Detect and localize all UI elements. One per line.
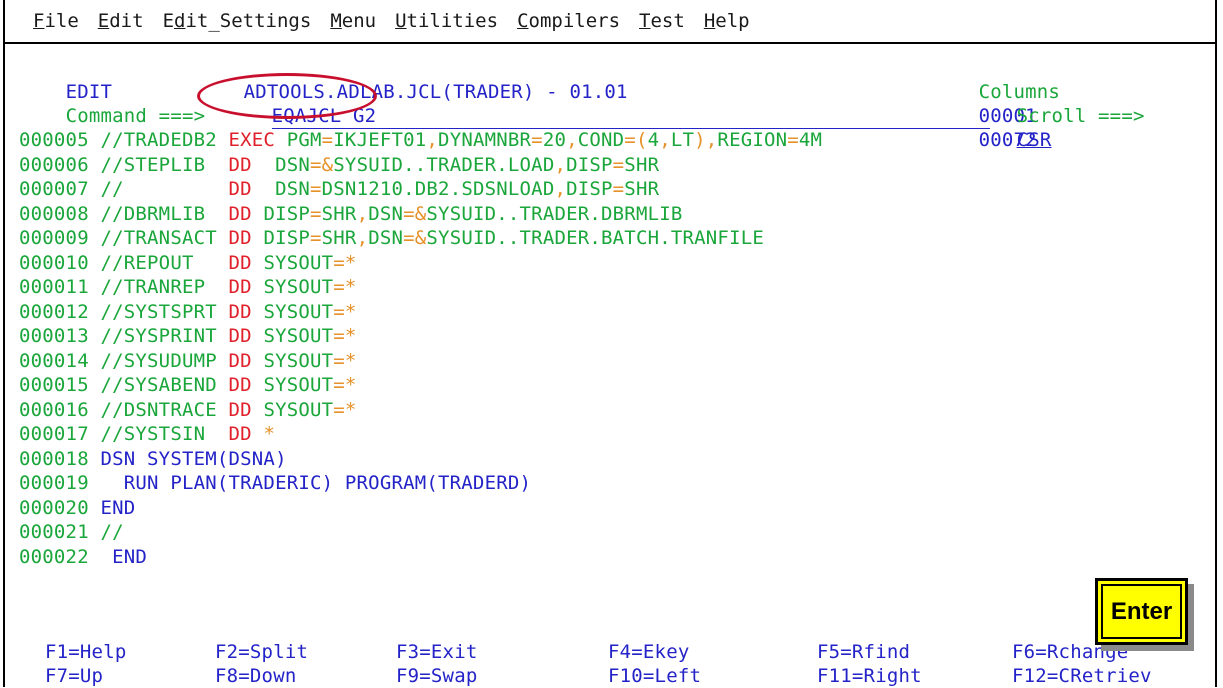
source-line[interactable]: 000009 //TRANSACT DD DISP=SHR,DSN=&SYSUI… xyxy=(19,226,764,250)
source-line[interactable]: 000005 //TRADEDB2 EXEC PGM=IKJEFT01,DYNA… xyxy=(19,128,822,152)
columns-indicator: Columns 00001 00072 xyxy=(932,56,1060,151)
source-line[interactable]: 000008 //DBRMLIB DD DISP=SHR,DSN=&SYSUID… xyxy=(19,202,683,226)
line-number[interactable]: 000022 xyxy=(19,546,89,568)
line-text[interactable]: //SYSTSPRT DD SYSOUT=* xyxy=(89,301,357,323)
line-number[interactable]: 000006 xyxy=(19,154,89,176)
line-text[interactable]: //STEPLIB DD DSN=&SYSUID..TRADER.LOAD,DI… xyxy=(89,154,659,176)
line-number[interactable]: 000017 xyxy=(19,423,89,445)
menu-edit[interactable]: Edit xyxy=(98,10,144,32)
fkey-f1[interactable]: F1=Help xyxy=(45,640,126,664)
line-text[interactable]: //TRADEDB2 EXEC PGM=IKJEFT01,DYNAMNBR=20… xyxy=(89,129,822,151)
ispf-editor-window: File Edit Edit_Settings Menu Utilities C… xyxy=(3,0,1217,687)
source-line[interactable]: 000013 //SYSPRINT DD SYSOUT=* xyxy=(19,324,357,348)
menu-help[interactable]: Help xyxy=(704,10,750,32)
line-number[interactable]: 000020 xyxy=(19,497,89,519)
source-line[interactable]: 000015 //SYSABEND DD SYSOUT=* xyxy=(19,373,357,397)
line-number[interactable]: 000005 xyxy=(19,129,89,151)
source-line[interactable]: 000017 //SYSTSIN DD * xyxy=(19,422,275,446)
menu-compilers[interactable]: Compilers xyxy=(517,10,620,32)
line-number[interactable]: 000021 xyxy=(19,521,89,543)
menu-edit-settings[interactable]: Edit_Settings xyxy=(163,10,312,32)
line-number[interactable]: 000016 xyxy=(19,399,89,421)
fkey-f3[interactable]: F3=Exit xyxy=(396,640,477,664)
scroll-amount-input[interactable]: CSR xyxy=(1017,129,1052,151)
line-text[interactable]: //SYSPRINT DD SYSOUT=* xyxy=(89,325,357,347)
menu-file[interactable]: File xyxy=(33,10,79,32)
line-text[interactable]: //TRANREP DD SYSOUT=* xyxy=(89,276,357,298)
source-line[interactable]: 000014 //SYSUDUMP DD SYSOUT=* xyxy=(19,349,357,373)
line-number[interactable]: 000008 xyxy=(19,203,89,225)
source-line[interactable]: 000019 RUN PLAN(TRADERIC) PROGRAM(TRADER… xyxy=(19,471,531,495)
line-number[interactable]: 000007 xyxy=(19,178,89,200)
line-number[interactable]: 000018 xyxy=(19,448,89,470)
line-text[interactable]: // xyxy=(89,521,124,543)
fkey-f5[interactable]: F5=Rfind xyxy=(817,640,910,664)
fkey-f7[interactable]: F7=Up xyxy=(45,664,103,688)
fkey-f9[interactable]: F9=Swap xyxy=(396,664,477,688)
command-input-wrap: EQAJCL G2 xyxy=(225,80,990,129)
line-number[interactable]: 000012 xyxy=(19,301,89,323)
enter-button[interactable]: Enter xyxy=(1095,578,1188,645)
source-line[interactable]: 000006 //STEPLIB DD DSN=&SYSUID..TRADER.… xyxy=(19,153,659,177)
line-text[interactable]: //REPOUT DD SYSOUT=* xyxy=(89,252,357,274)
source-line[interactable]: 000011 //TRANREP DD SYSOUT=* xyxy=(19,275,357,299)
fkey-f4[interactable]: F4=Ekey xyxy=(608,640,689,664)
line-number[interactable]: 000009 xyxy=(19,227,89,249)
source-line[interactable]: 000012 //SYSTSPRT DD SYSOUT=* xyxy=(19,300,357,324)
line-number[interactable]: 000011 xyxy=(19,276,89,298)
line-text[interactable]: //SYSUDUMP DD SYSOUT=* xyxy=(89,350,357,372)
fkey-f11[interactable]: F11=Right xyxy=(817,664,922,688)
dataset-name: ADTOOLS.ADLAB.JCL(TRADER) - 01.01 xyxy=(243,81,628,103)
line-text[interactable]: //SYSABEND DD SYSOUT=* xyxy=(89,374,357,396)
line-text[interactable]: //TRANSACT DD DISP=SHR,DSN=&SYSUID..TRAD… xyxy=(89,227,764,249)
fkey-f2[interactable]: F2=Split xyxy=(215,640,308,664)
line-text[interactable]: // DD DSN=DSN1210.DB2.SDSNLOAD,DISP=SHR xyxy=(89,178,659,200)
line-text[interactable]: //DSNTRACE DD SYSOUT=* xyxy=(89,399,357,421)
scroll-label: Scroll ===> xyxy=(1016,105,1145,127)
source-line[interactable]: 000018 DSN SYSTEM(DSNA) xyxy=(19,447,287,471)
source-line[interactable]: 000007 // DD DSN=DSN1210.DB2.SDSNLOAD,DI… xyxy=(19,177,659,201)
source-line[interactable]: 000010 //REPOUT DD SYSOUT=* xyxy=(19,251,357,275)
edit-header: EDIT xyxy=(19,56,112,103)
line-text[interactable]: RUN PLAN(TRADERIC) PROGRAM(TRADERD) xyxy=(89,472,531,494)
line-text[interactable]: END xyxy=(89,546,147,568)
line-text[interactable]: //SYSTSIN DD * xyxy=(89,423,275,445)
menu-test[interactable]: Test xyxy=(639,10,685,32)
source-line[interactable]: 000016 //DSNTRACE DD SYSOUT=* xyxy=(19,398,357,422)
menu-menu[interactable]: Menu xyxy=(330,10,376,32)
line-number[interactable]: 000010 xyxy=(19,252,89,274)
line-number[interactable]: 000019 xyxy=(19,472,89,494)
fkey-f10[interactable]: F10=Left xyxy=(608,664,701,688)
command-input[interactable]: EQAJCL G2 xyxy=(271,104,990,129)
line-number[interactable]: 000014 xyxy=(19,350,89,372)
line-text[interactable]: END xyxy=(89,497,136,519)
fkey-f8[interactable]: F8=Down xyxy=(215,664,296,688)
fkey-f12[interactable]: F12=CRetriev xyxy=(1012,664,1152,688)
menu-bar: File Edit Edit_Settings Menu Utilities C… xyxy=(5,0,1215,44)
line-text[interactable]: DSN SYSTEM(DSNA) xyxy=(89,448,287,470)
scroll-indicator: Scroll ===> CSR xyxy=(970,80,1145,151)
line-text[interactable]: //DBRMLIB DD DISP=SHR,DSN=&SYSUID..TRADE… xyxy=(89,203,683,225)
command-line: Command ===> xyxy=(19,80,205,127)
line-number[interactable]: 000013 xyxy=(19,325,89,347)
source-line[interactable]: 000020 END xyxy=(19,496,135,520)
source-line[interactable]: 000021 // xyxy=(19,520,124,544)
menu-utilities[interactable]: Utilities xyxy=(395,10,498,32)
command-label: Command ===> xyxy=(65,105,206,127)
line-number[interactable]: 000015 xyxy=(19,374,89,396)
source-line[interactable]: 000022 END xyxy=(19,545,147,569)
